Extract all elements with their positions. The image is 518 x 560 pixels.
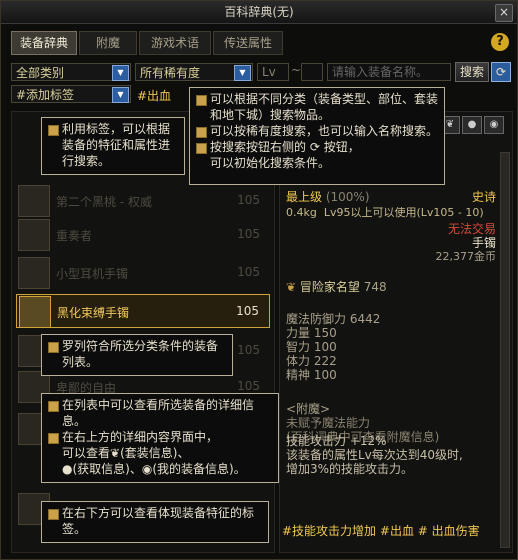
grade-label: 最上级 (100%) bbox=[286, 190, 370, 204]
tip-search: 可以根据不同分类（装备类型、部位、套装和地下城）搜索物品。 可以按稀有度搜索，也… bbox=[189, 87, 445, 185]
set-info-icon: ❦ bbox=[110, 446, 121, 460]
rarity-select[interactable]: 所有稀有度 ▼ bbox=[135, 63, 253, 81]
item-icon bbox=[18, 185, 50, 217]
stats-block: 魔法防御力 6442 力量 150 智力 100 体力 222 精神 100 bbox=[286, 312, 381, 382]
rarity-label: 史诗 bbox=[471, 190, 496, 204]
tag-bleed[interactable]: #出血 bbox=[380, 524, 414, 538]
list-item[interactable]: 小型耳机手镯 105 bbox=[16, 256, 270, 290]
level-separator: ~ bbox=[291, 63, 302, 77]
tag-select-value: #添加标签 bbox=[16, 88, 75, 102]
detail-toolbar: ❦ ● ◉ bbox=[440, 116, 504, 134]
refresh-icon: ⟳ bbox=[309, 140, 320, 154]
search-input[interactable]: 请输入装备名称。 bbox=[327, 63, 451, 81]
tab-equipment-dictionary[interactable]: 装备辞典 bbox=[11, 31, 77, 55]
tab-transfer-attributes[interactable]: 传送属性 bbox=[213, 31, 283, 55]
tag-bleed-damage[interactable]: # 出血伤害 bbox=[418, 524, 480, 538]
list-item[interactable]: 重奏者 105 bbox=[16, 218, 270, 252]
tip-list: 罗列符合所选分类条件的装备列表。 bbox=[41, 334, 233, 376]
item-icon bbox=[18, 219, 50, 251]
category-value: 全部类别 bbox=[16, 66, 65, 80]
tip-detail: 在列表中可以查看所选装备的详细信息。 在右上方的详细内容界面中， 可以查看❦(套装… bbox=[41, 393, 279, 483]
encyclopedia-window: 百科辞典(无) × 装备辞典 附魔 游戏术语 传送属性 ? 全部类别 ▼ 所有稀… bbox=[0, 0, 518, 560]
tag-select[interactable]: #添加标签 ▼ bbox=[11, 85, 131, 103]
level-max-input[interactable] bbox=[301, 63, 323, 81]
close-button[interactable]: × bbox=[495, 4, 513, 22]
window-title: 百科辞典(无) bbox=[224, 5, 294, 19]
tab-enchant[interactable]: 附魔 bbox=[79, 31, 137, 55]
item-icon bbox=[18, 257, 50, 289]
rarity-value: 所有稀有度 bbox=[140, 66, 201, 80]
fame-row: ❦ 冒险家名望 748 bbox=[286, 280, 387, 294]
weight-usable: 0.4kg Lv95以上可以使用(Lv105 - 10) bbox=[286, 206, 484, 219]
tag-skill-attack[interactable]: #技能攻击力增加 bbox=[282, 524, 376, 538]
chevron-down-icon: ▼ bbox=[112, 65, 129, 81]
search-button[interactable]: 搜索 bbox=[455, 62, 489, 82]
help-icon[interactable]: ? bbox=[491, 33, 509, 51]
list-item[interactable]: 第二个黑桃 - 权威 105 bbox=[16, 184, 270, 218]
fame-icon: ❦ bbox=[286, 280, 297, 294]
tab-game-terms[interactable]: 游戏术语 bbox=[139, 31, 211, 55]
eye-icon[interactable]: ◉ bbox=[484, 116, 504, 134]
item-price: 22,377金币 bbox=[435, 250, 497, 263]
bracelet-icon bbox=[19, 296, 51, 328]
chevron-down-icon: ▼ bbox=[112, 87, 129, 103]
location-icon: ● bbox=[62, 462, 73, 476]
refresh-icon[interactable]: ⟳ bbox=[491, 62, 511, 82]
tip-bottom: 在右下方可以查看体现装备特征的标签。 bbox=[41, 501, 269, 543]
category-select[interactable]: 全部类别 ▼ bbox=[11, 63, 131, 81]
tag-row: #技能攻击力增加 #出血 # 出血伤害 bbox=[282, 522, 480, 539]
level-min-input[interactable]: Lv bbox=[257, 63, 289, 81]
list-item-selected[interactable]: 黑化束缚手镯 105 bbox=[16, 294, 270, 328]
tip-tag: 利用标签，可以根据装备的特征和属性进行搜索。 bbox=[41, 117, 185, 175]
detail-scrollbar[interactable] bbox=[500, 152, 510, 548]
skill-block: 技能攻击力 +12% 该装备的属性Lv每次达到40级时, 增加3%的技能攻击力。 bbox=[286, 434, 463, 476]
title-bar: 百科辞典(无) × bbox=[1, 1, 517, 24]
tag-chip-bleed[interactable]: #出血 bbox=[137, 87, 171, 104]
eye-icon: ◉ bbox=[141, 462, 153, 476]
chevron-down-icon: ▼ bbox=[234, 65, 251, 81]
location-icon[interactable]: ● bbox=[462, 116, 482, 134]
